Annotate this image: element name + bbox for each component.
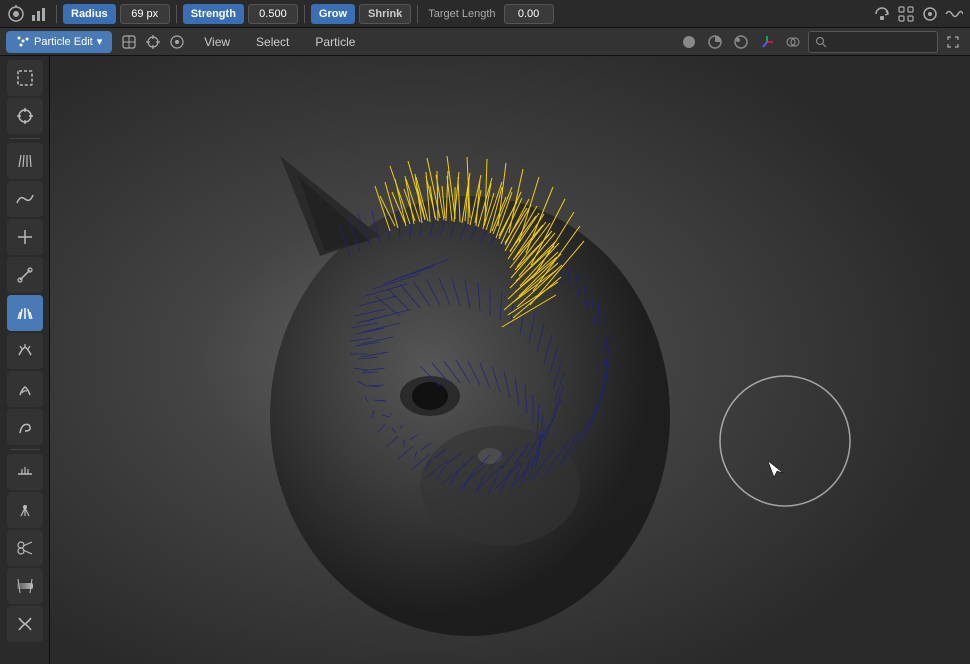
strength-label: Strength — [191, 8, 236, 20]
viewport-shading-rendered[interactable] — [730, 31, 752, 53]
smooth-tool[interactable] — [7, 181, 43, 217]
slots-icon[interactable] — [896, 4, 916, 24]
select-tool[interactable] — [7, 60, 43, 96]
particle-icon — [16, 35, 30, 49]
shrink-button[interactable]: Shrink — [359, 4, 411, 24]
scissor-tool[interactable] — [7, 530, 43, 566]
proportional-icon[interactable] — [166, 31, 188, 53]
sep3 — [304, 5, 305, 23]
comb-tool[interactable] — [7, 143, 43, 179]
lt-sep2 — [10, 449, 40, 450]
target-length-value[interactable]: 0.00 — [504, 4, 554, 24]
engine-icon[interactable] — [6, 4, 26, 24]
target-length-label: Target Length — [424, 8, 499, 20]
viewport-canvas — [50, 56, 970, 664]
canvas-area[interactable] — [50, 56, 970, 664]
top-toolbar: Radius 69 px Strength 0.500 Grow Shrink … — [0, 0, 970, 28]
grow-label: Grow — [319, 8, 347, 20]
graph-icon[interactable] — [30, 4, 50, 24]
particle-menu[interactable]: Particle — [305, 31, 365, 53]
wave-icon[interactable] — [944, 4, 964, 24]
expand-icon[interactable] — [942, 31, 964, 53]
mode-chevron: ▾ — [97, 35, 103, 48]
snap-icon[interactable] — [142, 31, 164, 53]
viewport-shading-material[interactable] — [704, 31, 726, 53]
pinch-tool[interactable] — [7, 606, 43, 642]
length-cut-tool[interactable] — [7, 257, 43, 293]
strength-value[interactable]: 0.500 — [248, 4, 298, 24]
cursor-tool[interactable] — [7, 98, 43, 134]
overlay-icon[interactable] — [782, 31, 804, 53]
select-menu[interactable]: Select — [246, 31, 299, 53]
header-bar: Particle Edit ▾ View — [0, 28, 970, 56]
mode-label: Particle Edit — [34, 36, 93, 48]
radius-button[interactable]: Radius — [63, 4, 116, 24]
mode-dropdown[interactable]: Particle Edit ▾ — [6, 31, 112, 53]
main-area — [0, 56, 970, 664]
sep4 — [417, 5, 418, 23]
weight-tool[interactable] — [7, 371, 43, 407]
grow-button[interactable]: Grow — [311, 4, 355, 24]
view-menu[interactable]: View — [194, 31, 240, 53]
wrap-icon[interactable] — [872, 4, 892, 24]
left-toolbar — [0, 56, 50, 664]
header-right — [678, 31, 964, 53]
gizmo-icon[interactable] — [756, 31, 778, 53]
radius-value[interactable]: 69 px — [120, 4, 170, 24]
search-box[interactable] — [808, 31, 938, 53]
puff2-tool[interactable] — [7, 333, 43, 369]
shrink-label: Shrink — [368, 8, 402, 20]
clump-tool[interactable] — [7, 492, 43, 528]
transform-icon[interactable] — [118, 31, 140, 53]
sep1 — [56, 5, 57, 23]
search-icon — [815, 36, 827, 48]
viewport-shading-solid[interactable] — [678, 31, 700, 53]
strength-button[interactable]: Strength — [183, 4, 244, 24]
lt-sep1 — [10, 138, 40, 139]
flatten-tool[interactable] — [7, 454, 43, 490]
add-tool[interactable] — [7, 219, 43, 255]
render-icon[interactable] — [920, 4, 940, 24]
curl-tool[interactable] — [7, 409, 43, 445]
sep2 — [176, 5, 177, 23]
gradient-tool[interactable] — [7, 568, 43, 604]
puff-tool[interactable] — [7, 295, 43, 331]
radius-label: Radius — [71, 8, 108, 20]
